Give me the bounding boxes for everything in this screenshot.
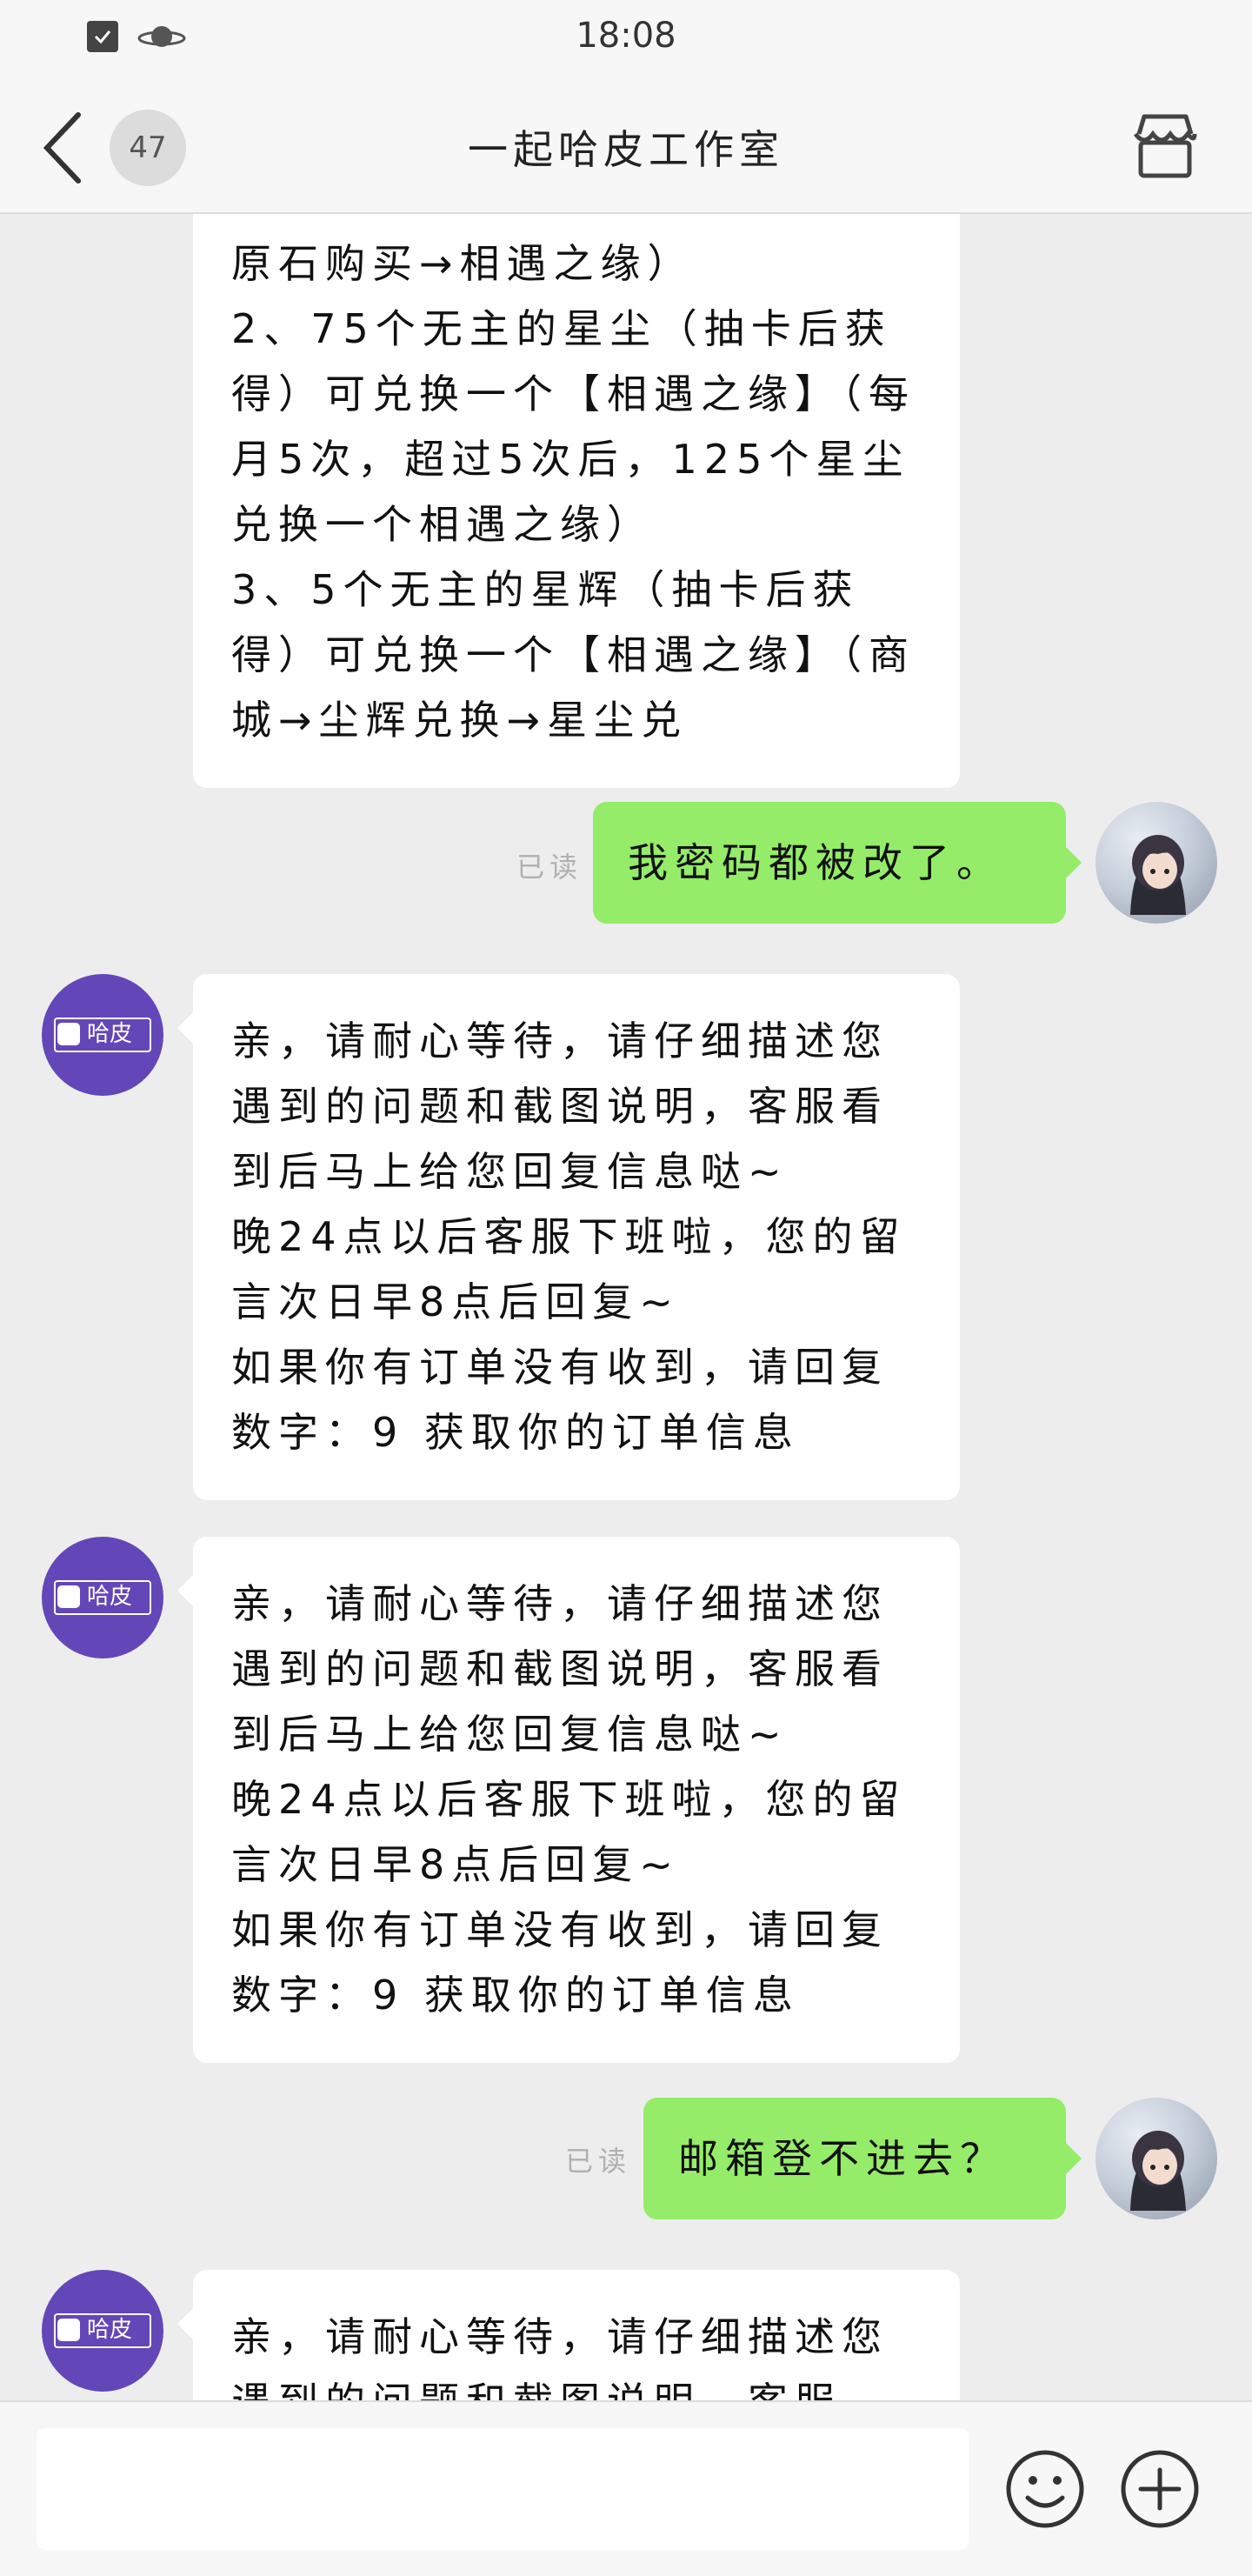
user-avatar[interactable] (1096, 2098, 1217, 2219)
incoming-message-bubble: 亲，请耐心等待，请仔细描述您遇到的问题和截图说明，客服 (177, 2270, 960, 2400)
emoji-icon[interactable] (1003, 2447, 1087, 2531)
shop-avatar[interactable]: 哈皮 (42, 1537, 163, 1658)
chat-header: 47 一起哈皮工作室 (0, 87, 1252, 214)
shop-logo-text: 哈皮 (87, 1584, 133, 1610)
shop-logo-icon (57, 2319, 80, 2341)
incoming-message-bubble: 原石购买→相遇之缘） 2、75个无主的星尘（抽卡后获得）可兑换一个【相遇之缘】（… (193, 214, 960, 788)
shop-avatar[interactable]: 哈皮 (42, 974, 163, 1096)
outgoing-message-bubble: 邮箱登不进去？ (643, 2098, 1082, 2219)
incoming-message-bubble: 亲，请耐心等待，请仔细描述您遇到的问题和截图说明，客服看到后马上给您回复信息哒~… (177, 1537, 960, 2063)
read-receipt: 已读 (516, 851, 583, 884)
message-input[interactable] (37, 2428, 969, 2550)
shop-logo-icon (57, 1023, 80, 1045)
user-avatar-illustration (1130, 2131, 1186, 2211)
status-time: 18:08 (576, 16, 676, 56)
plus-icon[interactable] (1118, 2447, 1202, 2531)
read-receipt: 已读 (565, 2145, 632, 2178)
user-avatar[interactable] (1096, 802, 1217, 924)
user-avatar-illustration (1130, 835, 1186, 915)
incoming-message-bubble: 亲，请耐心等待，请仔细描述您遇到的问题和截图说明，客服看到后马上给您回复信息哒~… (177, 974, 960, 1500)
input-bar (0, 2400, 1252, 2576)
message-list[interactable]: 原石购买→相遇之缘） 2、75个无主的星尘（抽卡后获得）可兑换一个【相遇之缘】（… (0, 214, 1252, 2400)
shop-logo-icon (57, 1585, 80, 1608)
shop-icon[interactable] (1127, 108, 1203, 184)
shop-logo-text: 哈皮 (87, 1021, 133, 1047)
chat-title: 一起哈皮工作室 (468, 126, 784, 173)
shop-logo-text: 哈皮 (87, 2317, 133, 2343)
shop-avatar[interactable]: 哈皮 (42, 2270, 163, 2392)
status-bar: 18:08 (0, 0, 1252, 87)
outgoing-message-bubble: 我密码都被改了。 (593, 802, 1082, 924)
